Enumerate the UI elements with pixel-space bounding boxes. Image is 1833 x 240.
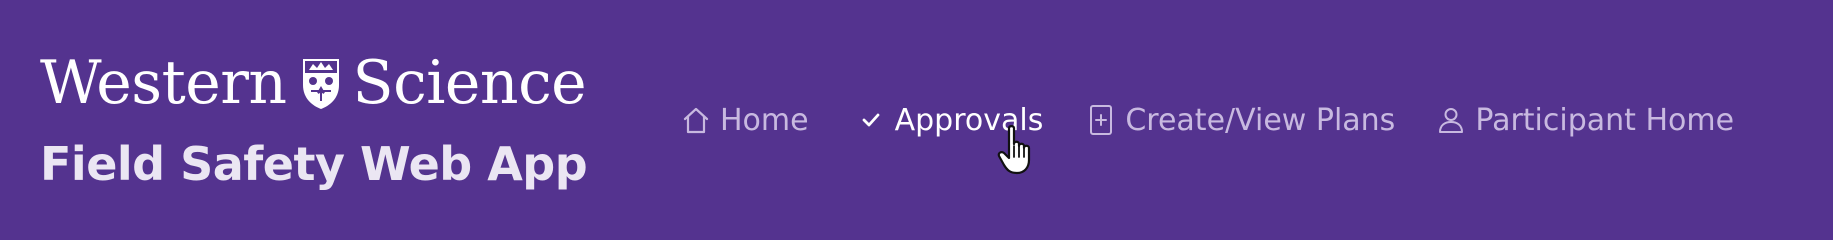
- logo-text-science: Science: [352, 48, 587, 118]
- hand-pointer-cursor-icon: [997, 125, 1031, 175]
- top-navbar: Western Science Field Safety Web App Hom…: [0, 0, 1833, 240]
- main-nav: Home Approvals Create/View Plans Partici…: [680, 94, 1734, 146]
- nav-item-participant-home[interactable]: Participant Home: [1435, 94, 1734, 146]
- western-science-logo[interactable]: Western Science: [40, 48, 600, 118]
- house-icon: [680, 104, 712, 136]
- nav-item-label: Participant Home: [1475, 102, 1735, 138]
- checkmark-icon: [855, 104, 887, 136]
- document-plus-icon: [1085, 104, 1117, 136]
- brand: Western Science Field Safety Web App: [40, 48, 600, 191]
- nav-item-home[interactable]: Home: [680, 94, 809, 146]
- person-icon: [1435, 104, 1467, 136]
- nav-item-label: Create/View Plans: [1125, 102, 1396, 138]
- logo-text-western: Western: [40, 48, 287, 118]
- nav-item-label: Home: [720, 102, 809, 138]
- nav-item-create-view-plans[interactable]: Create/View Plans: [1085, 94, 1395, 146]
- university-crest-icon: [302, 59, 339, 109]
- app-title[interactable]: Field Safety Web App: [40, 136, 588, 192]
